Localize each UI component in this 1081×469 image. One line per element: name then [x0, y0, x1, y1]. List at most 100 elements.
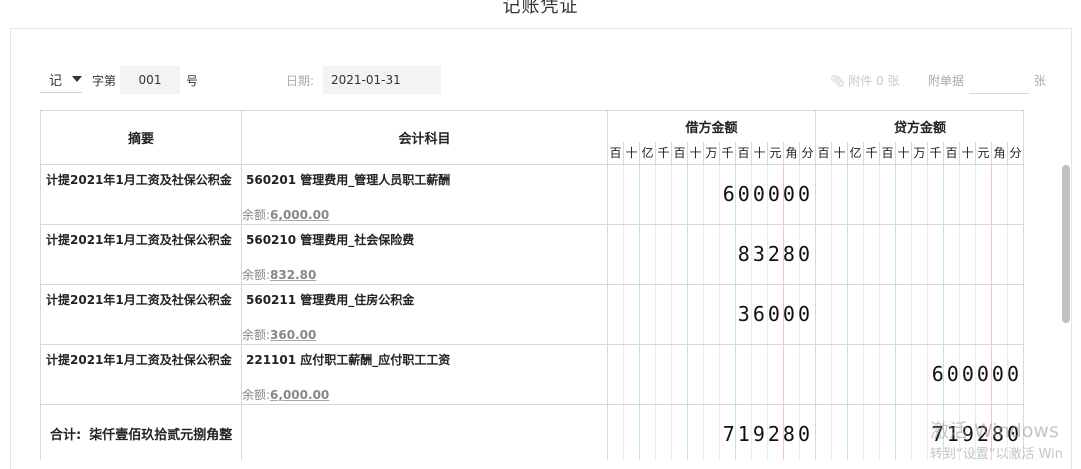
left-border	[40, 164, 41, 460]
digit-column-line	[927, 164, 928, 460]
voucher-type-select[interactable]: 记	[40, 66, 82, 93]
voucher-number-input[interactable]	[120, 66, 180, 94]
total-label: 合计: 柒仟壹佰玖拾贰元捌角整	[50, 424, 232, 443]
row-summary[interactable]: 计提2021年1月工资及社保公积金	[46, 351, 232, 368]
digit-unit-7: 千	[719, 142, 735, 164]
digit-unit-3: 千	[655, 142, 671, 164]
row-summary[interactable]: 计提2021年1月工资及社保公积金	[46, 231, 232, 248]
debit-amount[interactable]: 600000	[723, 182, 813, 206]
digit-column-line	[831, 164, 832, 460]
digit-column-line	[719, 164, 720, 460]
digit-unit-0: 百	[607, 142, 623, 164]
attached-documents-label: 附单据	[928, 74, 965, 88]
digit-unit-4: 百	[671, 142, 687, 164]
digit-column-line	[943, 164, 944, 460]
credit-header: 贷方金额	[815, 110, 1024, 142]
row-summary[interactable]: 计提2021年1月工资及社保公积金	[46, 291, 232, 308]
digit-column-lines	[607, 164, 1024, 460]
caret-down-icon	[72, 76, 82, 82]
digit-unit-12: 分	[1007, 142, 1023, 164]
digit-column-line	[735, 164, 736, 460]
digit-column-line	[623, 164, 624, 460]
digit-column-line	[1007, 164, 1008, 460]
windows-activation-watermark: 激活 Windows 转到“设置”以激活 Win	[930, 420, 1063, 466]
row-account[interactable]: 560211 管理费用_住房公积金	[246, 291, 414, 308]
watermark-title: 激活 Windows	[930, 420, 1059, 442]
digit-column-line	[959, 164, 960, 460]
digit-unit-11: 角	[783, 142, 799, 164]
digit-unit-10: 元	[975, 142, 991, 164]
digit-unit-4: 百	[879, 142, 895, 164]
digit-unit-9: 十	[959, 142, 975, 164]
summary-header: 摘要	[40, 110, 241, 164]
digit-unit-10: 元	[767, 142, 783, 164]
digit-column-line	[879, 164, 880, 460]
account-header: 会计科目	[241, 110, 607, 164]
page-title: 记账凭证	[502, 0, 579, 17]
watermark-subtitle: 转到“设置”以激活 Win	[930, 447, 1064, 462]
debit-amount[interactable]: 36000	[738, 302, 813, 326]
balance-label: 余额:	[242, 268, 271, 282]
digit-column-line	[975, 164, 976, 460]
balance-value: 6,000.00	[270, 208, 330, 222]
vertical-scrollbar[interactable]	[1062, 165, 1070, 323]
digit-column-line	[863, 164, 864, 460]
balance-label: 余额:	[242, 388, 271, 402]
digit-column-line	[991, 164, 992, 460]
total-caption: 合计:	[50, 428, 82, 443]
digit-unit-1: 十	[623, 142, 639, 164]
digit-column-line	[895, 164, 896, 460]
row-divider	[40, 284, 1024, 285]
debit-amount[interactable]: 83280	[738, 242, 813, 266]
digit-unit-8: 百	[735, 142, 751, 164]
row-divider	[40, 404, 1024, 405]
debit-digit-units: 百十亿千百十万千百十元角分	[607, 142, 815, 164]
digit-unit-5: 十	[687, 142, 703, 164]
digit-unit-5: 十	[895, 142, 911, 164]
digit-unit-11: 角	[991, 142, 1007, 164]
attachment-link-label: 附件 0 张	[848, 74, 900, 88]
date-input[interactable]	[323, 66, 441, 94]
digit-unit-9: 十	[751, 142, 767, 164]
row-balance: 余额:832.80	[242, 266, 316, 283]
row-balance: 余额:6,000.00	[242, 386, 329, 403]
row-summary[interactable]: 计提2021年1月工资及社保公积金	[46, 171, 232, 188]
digit-unit-7: 千	[927, 142, 943, 164]
attached-unit-label: 张	[1034, 74, 1047, 88]
digit-column-line	[655, 164, 656, 460]
row-balance: 余额:6,000.00	[242, 206, 329, 223]
paperclip-icon: 📎︎	[830, 74, 846, 88]
balance-label: 余额:	[242, 208, 271, 222]
digit-unit-12: 分	[799, 142, 815, 164]
row-balance: 余额:360.00	[242, 326, 316, 343]
total-amount-in-words: 柒仟壹佰玖拾贰元捌角整	[89, 428, 233, 443]
digit-unit-0: 百	[815, 142, 831, 164]
digit-unit-1: 十	[831, 142, 847, 164]
digit-column-line	[703, 164, 704, 460]
balance-label: 余额:	[242, 328, 271, 342]
digit-column-line	[687, 164, 688, 460]
row-divider	[40, 344, 1024, 345]
balance-value: 6,000.00	[270, 388, 330, 402]
digit-column-line	[911, 164, 912, 460]
digit-unit-2: 亿	[847, 142, 863, 164]
digit-unit-8: 百	[943, 142, 959, 164]
row-divider	[40, 224, 1024, 225]
account-divider	[607, 164, 608, 460]
attachment-link[interactable]: 📎︎ 附件 0 张	[830, 72, 900, 89]
word-label: 字第	[92, 74, 117, 88]
row-account[interactable]: 560201 管理费用_管理人员职工薪酬	[246, 171, 450, 188]
credit-amount[interactable]: 600000	[932, 362, 1022, 386]
balance-value: 360.00	[270, 328, 317, 342]
voucher-header: 记 字第 号 日期: 📎︎附件 0 张 附单据 张	[40, 66, 1050, 94]
digit-column-line	[847, 164, 848, 460]
balance-value: 832.80	[270, 268, 317, 282]
number-suffix: 号	[186, 74, 199, 88]
digit-unit-2: 亿	[639, 142, 655, 164]
voucher-type-value: 记	[49, 73, 63, 89]
row-account[interactable]: 560210 管理费用_社会保险费	[246, 231, 414, 248]
row-account[interactable]: 221101 应付职工薪酬_应付职工工资	[246, 351, 450, 368]
debit-total: 719280	[722, 422, 813, 446]
digit-unit-6: 万	[703, 142, 719, 164]
attached-documents-input[interactable]	[969, 66, 1029, 94]
